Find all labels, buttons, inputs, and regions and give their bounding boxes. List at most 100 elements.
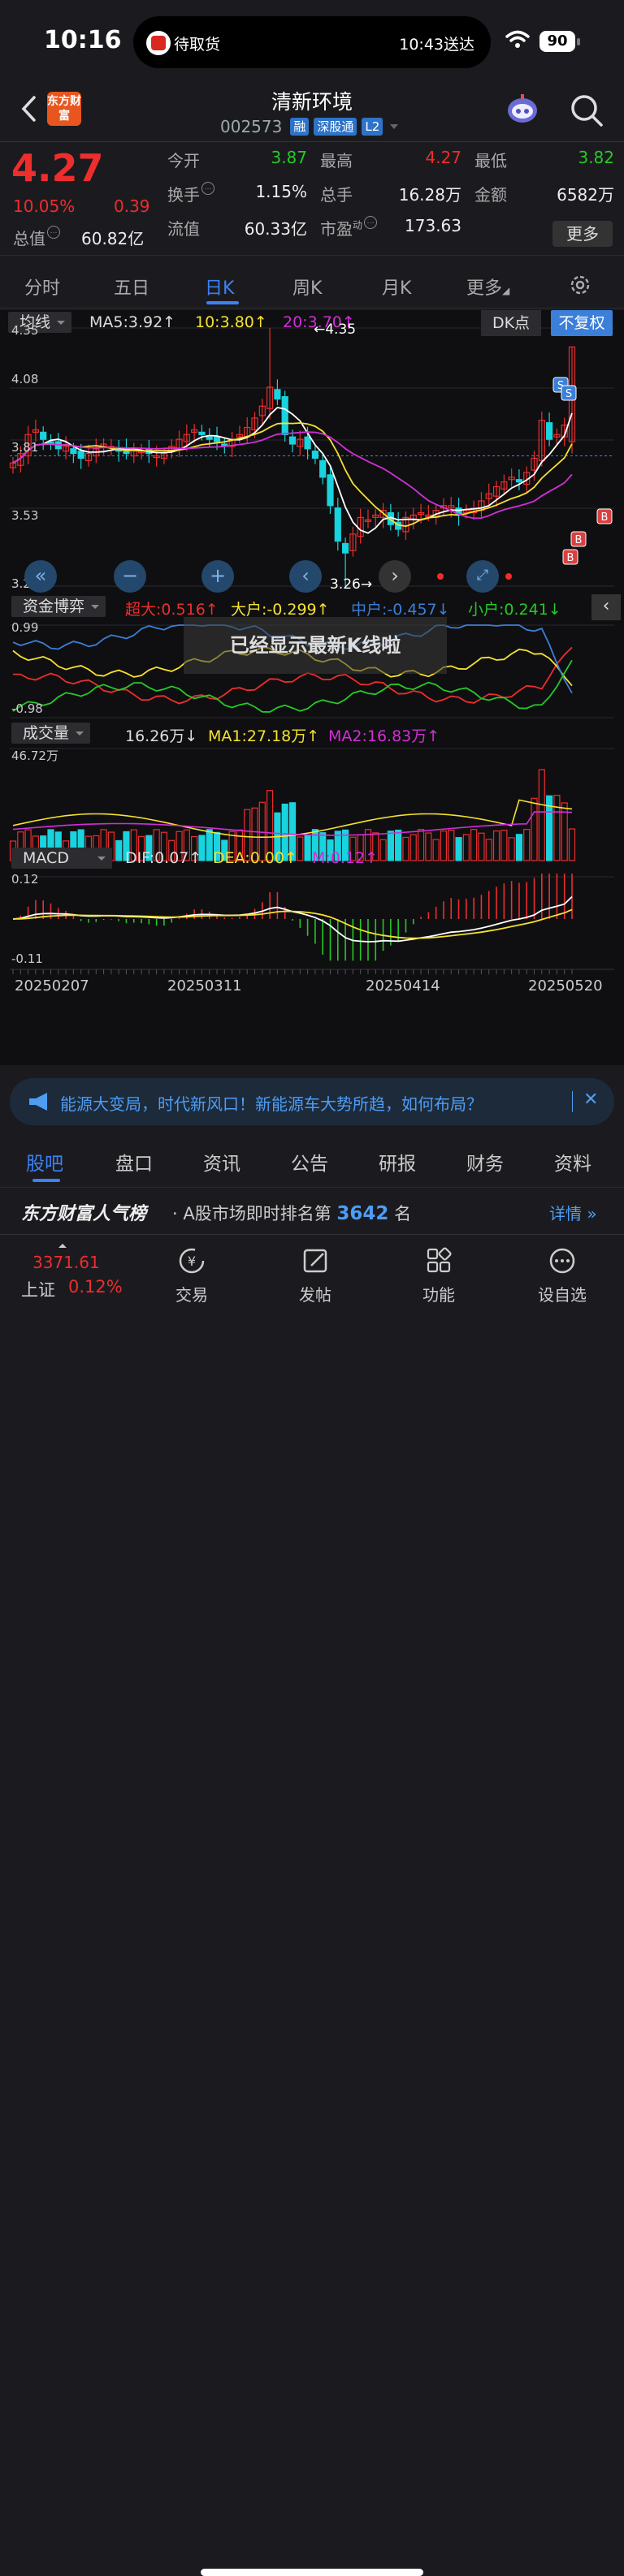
candle-body	[304, 436, 311, 450]
high-label: 最高	[320, 151, 353, 170]
zoom-out-button[interactable]: −	[114, 560, 146, 593]
candle-body	[206, 436, 213, 440]
rewind-button[interactable]: «	[24, 560, 57, 593]
candle-body	[40, 431, 47, 440]
fund-indicator-select[interactable]: 资金博弈	[11, 596, 106, 617]
tab-announcements[interactable]: 公告	[291, 1148, 328, 1176]
apps-grid-icon	[427, 1247, 452, 1273]
nav-functions-label: 功能	[422, 1285, 455, 1305]
megaphone-icon	[29, 1093, 47, 1111]
status-bar: 10:16 待取货 10:43送达 90	[0, 0, 624, 81]
candle-body	[70, 448, 77, 455]
super-large-label: 超大:0.516↑	[125, 601, 219, 619]
stock-code-row[interactable]: 002573 融 深股通 L2	[220, 117, 401, 136]
tab-monthly-k[interactable]: 月K	[382, 274, 411, 300]
volume-y-top: 46.72万	[11, 749, 58, 763]
tab-weekly-k[interactable]: 周K	[292, 274, 322, 300]
period-high-label: ←4.35	[314, 321, 357, 338]
candle-body	[288, 436, 297, 445]
macd-y-bottom: -0.11	[11, 951, 43, 966]
marker-dot	[437, 573, 444, 580]
candle-body	[77, 451, 84, 460]
rank-text: · A股市场即时排名第 3642 名	[172, 1203, 412, 1224]
chart-area[interactable]: SSBBB 均线 MA5:3.92↑ 10:3.80↑ 20:3.70↑ DK点…	[0, 310, 624, 1065]
tab-news[interactable]: 资讯	[203, 1148, 240, 1176]
tab-finance[interactable]: 财务	[466, 1148, 504, 1176]
collapse-panel-button[interactable]: ‹	[592, 594, 621, 620]
quote-panel: 4.27 10.05% 0.39 总值… 60.82亿 今开 3.87 最高 4…	[0, 143, 624, 250]
fund-y-bottom: -0.98	[11, 701, 43, 716]
turnover-value: 1.15%	[255, 182, 307, 201]
date-label: 20250207	[15, 977, 89, 995]
index-name[interactable]: 上证	[21, 1277, 55, 1301]
macd-indicator-select[interactable]: MACD	[11, 848, 112, 869]
date-label: 20250311	[167, 977, 242, 995]
candle-body	[341, 542, 349, 554]
fullscreen-button[interactable]: ⤢	[466, 560, 499, 593]
margin-tag: 融	[290, 118, 310, 136]
volume-value-label: 16.26万↓	[125, 727, 198, 745]
nav-trade[interactable]: ¥ 交易	[151, 1246, 232, 1305]
battery-cap	[577, 38, 580, 45]
trade-icon: ¥	[179, 1248, 205, 1274]
tab-order-book[interactable]: 盘口	[115, 1148, 153, 1176]
tab-forum[interactable]: 股吧	[26, 1148, 63, 1176]
candle-body	[311, 451, 318, 460]
m-label: M:0.12↑	[312, 849, 379, 867]
ma5-label: MA5:3.92↑	[89, 313, 176, 331]
change-percent: 10.05%	[13, 196, 76, 216]
candle-body	[546, 422, 553, 440]
gear-icon[interactable]	[569, 274, 592, 296]
ad-banner[interactable]: 能源大变局，时代新风口！新能源车大势所趋，如何布局？ ✕	[10, 1078, 614, 1125]
index-percent[interactable]: 0.12%	[68, 1277, 123, 1297]
volume-indicator-row: 成交量 16.26万↓ MA1:27.18万↑ MA2:16.83万↑	[0, 721, 624, 745]
candle-body	[515, 479, 523, 483]
tab-more[interactable]: 更多◢	[466, 274, 509, 300]
nav-post[interactable]: 发帖	[275, 1246, 356, 1305]
float-value: 60.33亿	[244, 219, 307, 239]
volume-ma1-label: MA1:27.18万↑	[208, 727, 320, 745]
zoom-in-button[interactable]: +	[202, 560, 234, 593]
nav-functions[interactable]: 功能	[398, 1246, 479, 1305]
tab-daily-k[interactable]: 日K	[205, 274, 234, 300]
tab-profile[interactable]: 资料	[554, 1148, 592, 1176]
tab-five-day[interactable]: 五日	[114, 274, 150, 300]
banner-text: 能源大变局，时代新风口！新能源车大势所趋，如何布局？	[60, 1094, 483, 1114]
close-icon[interactable]: ✕	[583, 1090, 598, 1110]
index-value[interactable]: 3371.61	[32, 1253, 100, 1272]
scroll-right-button[interactable]: ›	[379, 560, 411, 593]
tab-research[interactable]: 研报	[379, 1148, 416, 1176]
period-tabs: 分时 五日 日K 周K 月K 更多◢	[0, 255, 624, 309]
rank-number: 3642	[336, 1203, 389, 1224]
subtab-active-indicator	[32, 1179, 60, 1182]
ai-assistant-icon[interactable]	[504, 91, 541, 128]
y-tick: 4.08	[11, 372, 39, 386]
island-eta: 10:43送达	[399, 36, 474, 54]
dk-point-button[interactable]: DK点	[481, 310, 541, 336]
tab-active-indicator	[206, 301, 239, 304]
signal-badge-label: B	[575, 534, 583, 546]
volume-ma2-label: MA2:16.83万↑	[328, 727, 440, 745]
more-button[interactable]: 更多	[552, 221, 613, 247]
nav-watchlist[interactable]: 设自选	[522, 1246, 603, 1305]
amount-label: 金额	[474, 185, 507, 205]
delivery-app-icon	[146, 31, 171, 55]
popularity-rank[interactable]: 东方财富人气榜 · A股市场即时排名第 3642 名 详情 »	[0, 1187, 624, 1234]
scroll-left-button[interactable]: ‹	[289, 560, 322, 593]
volume-indicator-select[interactable]: 成交量	[11, 723, 91, 744]
wifi-icon	[505, 30, 530, 48]
clock: 10:16	[44, 26, 122, 54]
open-value: 3.87	[271, 148, 307, 167]
search-icon[interactable]	[569, 93, 604, 128]
battery-level: 90	[540, 31, 575, 52]
pe-label: 市盈动…	[320, 216, 378, 239]
no-adjust-button[interactable]: 不复权	[551, 310, 613, 336]
small-label: 小户:0.241↓	[468, 601, 561, 619]
rank-details-link[interactable]: 详情 »	[549, 1201, 597, 1224]
tab-intraday[interactable]: 分时	[24, 274, 60, 300]
dea-label: DEA:0.00↑	[213, 849, 297, 867]
fund-indicator-row: 资金博弈 超大:0.516↑ 大户:-0.299↑ 中户:-0.457↓ 小户:…	[0, 594, 624, 620]
banner-divider	[572, 1091, 573, 1112]
dynamic-island[interactable]: 待取货 10:43送达	[133, 16, 491, 68]
chart-canvas[interactable]: SSBBB	[0, 310, 624, 1065]
